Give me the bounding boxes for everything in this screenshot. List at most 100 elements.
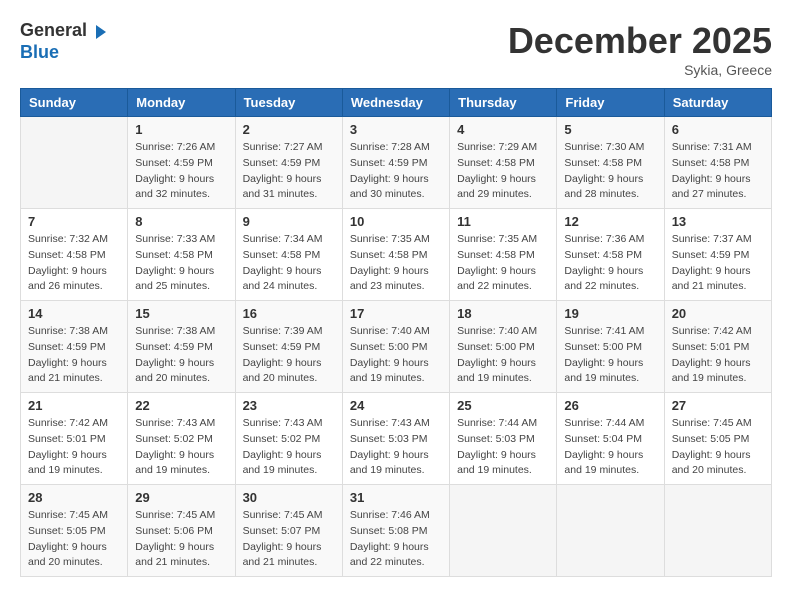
calendar-cell: 9 Sunrise: 7:34 AMSunset: 4:58 PMDaylight…	[235, 209, 342, 301]
calendar-cell: 24 Sunrise: 7:43 AMSunset: 5:03 PMDayligh…	[342, 393, 449, 485]
day-number: 18	[457, 306, 549, 321]
day-number: 2	[243, 122, 335, 137]
day-number: 6	[672, 122, 764, 137]
weekday-header-thursday: Thursday	[450, 89, 557, 117]
calendar-cell: 26Sunrise: 7:44 AMSunset: 5:04 PMDayligh…	[557, 393, 664, 485]
calendar-week-row: 14 Sunrise: 7:38 AMSunset: 4:59 PMDayligh…	[21, 301, 772, 393]
day-info: Sunrise: 7:31 AMSunset: 4:58 PMDaylight:…	[672, 140, 764, 203]
calendar-cell: 6 Sunrise: 7:31 AMSunset: 4:58 PMDaylight…	[664, 117, 771, 209]
page-header: General Blue December 2025 Sykia, Greece	[20, 20, 772, 78]
day-info: Sunrise: 7:38 AMSunset: 4:59 PMDaylight:…	[135, 324, 227, 387]
day-number: 11	[457, 214, 549, 229]
weekday-header-row: SundayMondayTuesdayWednesdayThursdayFrid…	[21, 89, 772, 117]
day-number: 22	[135, 398, 227, 413]
calendar-week-row: 7 Sunrise: 7:32 AMSunset: 4:58 PMDaylight…	[21, 209, 772, 301]
day-number: 16	[243, 306, 335, 321]
day-info: Sunrise: 7:34 AMSunset: 4:58 PMDaylight:…	[243, 232, 335, 295]
day-info: Sunrise: 7:44 AMSunset: 5:04 PMDaylight:…	[564, 416, 656, 479]
weekday-header-saturday: Saturday	[664, 89, 771, 117]
day-info: Sunrise: 7:41 AMSunset: 5:00 PMDaylight:…	[564, 324, 656, 387]
calendar-cell: 29 Sunrise: 7:45 AMSunset: 5:06 PMDayligh…	[128, 485, 235, 577]
logo: General Blue	[20, 20, 111, 63]
calendar-cell: 11 Sunrise: 7:35 AMSunset: 4:58 PMDayligh…	[450, 209, 557, 301]
month-title: December 2025	[508, 20, 772, 62]
calendar-cell: 28Sunrise: 7:45 AMSunset: 5:05 PMDayligh…	[21, 485, 128, 577]
calendar-cell: 31Sunrise: 7:46 AMSunset: 5:08 PMDayligh…	[342, 485, 449, 577]
calendar-cell: 19 Sunrise: 7:41 AMSunset: 5:00 PMDayligh…	[557, 301, 664, 393]
calendar-week-row: 1 Sunrise: 7:26 AMSunset: 4:59 PMDaylight…	[21, 117, 772, 209]
calendar-cell: 25 Sunrise: 7:44 AMSunset: 5:03 PMDayligh…	[450, 393, 557, 485]
day-number: 12	[564, 214, 656, 229]
day-number: 30	[243, 490, 335, 505]
calendar-cell: 8 Sunrise: 7:33 AMSunset: 4:58 PMDaylight…	[128, 209, 235, 301]
day-info: Sunrise: 7:42 AMSunset: 5:01 PMDaylight:…	[672, 324, 764, 387]
weekday-header-friday: Friday	[557, 89, 664, 117]
calendar-cell: 5Sunrise: 7:30 AMSunset: 4:58 PMDaylight…	[557, 117, 664, 209]
calendar-cell: 15 Sunrise: 7:38 AMSunset: 4:59 PMDayligh…	[128, 301, 235, 393]
calendar-cell: 22Sunrise: 7:43 AMSunset: 5:02 PMDayligh…	[128, 393, 235, 485]
calendar-cell: 2 Sunrise: 7:27 AMSunset: 4:59 PMDaylight…	[235, 117, 342, 209]
day-number: 7	[28, 214, 120, 229]
day-info: Sunrise: 7:45 AMSunset: 5:06 PMDaylight:…	[135, 508, 227, 571]
day-info: Sunrise: 7:35 AMSunset: 4:58 PMDaylight:…	[457, 232, 549, 295]
calendar-cell: 13 Sunrise: 7:37 AMSunset: 4:59 PMDayligh…	[664, 209, 771, 301]
logo-text: General Blue	[20, 20, 111, 63]
day-number: 9	[243, 214, 335, 229]
day-number: 3	[350, 122, 442, 137]
calendar-cell: 14Sunrise: 7:38 AMSunset: 4:59 PMDayligh…	[21, 301, 128, 393]
calendar-cell: 16Sunrise: 7:39 AMSunset: 4:59 PMDayligh…	[235, 301, 342, 393]
weekday-header-wednesday: Wednesday	[342, 89, 449, 117]
calendar-table: SundayMondayTuesdayWednesdayThursdayFrid…	[20, 88, 772, 577]
day-number: 24	[350, 398, 442, 413]
day-info: Sunrise: 7:27 AMSunset: 4:59 PMDaylight:…	[243, 140, 335, 203]
day-number: 31	[350, 490, 442, 505]
calendar-cell: 30 Sunrise: 7:45 AMSunset: 5:07 PMDayligh…	[235, 485, 342, 577]
day-number: 5	[564, 122, 656, 137]
day-info: Sunrise: 7:42 AMSunset: 5:01 PMDaylight:…	[28, 416, 120, 479]
day-info: Sunrise: 7:37 AMSunset: 4:59 PMDaylight:…	[672, 232, 764, 295]
calendar-cell	[450, 485, 557, 577]
day-number: 15	[135, 306, 227, 321]
calendar-week-row: 21 Sunrise: 7:42 AMSunset: 5:01 PMDayligh…	[21, 393, 772, 485]
calendar-cell: 10 Sunrise: 7:35 AMSunset: 4:58 PMDayligh…	[342, 209, 449, 301]
logo-icon	[88, 21, 110, 43]
day-number: 13	[672, 214, 764, 229]
day-number: 20	[672, 306, 764, 321]
calendar-cell: 20 Sunrise: 7:42 AMSunset: 5:01 PMDayligh…	[664, 301, 771, 393]
logo-general: General	[20, 20, 87, 40]
day-info: Sunrise: 7:45 AMSunset: 5:07 PMDaylight:…	[243, 508, 335, 571]
day-info: Sunrise: 7:40 AMSunset: 5:00 PMDaylight:…	[457, 324, 549, 387]
day-info: Sunrise: 7:32 AMSunset: 4:58 PMDaylight:…	[28, 232, 120, 295]
logo-blue: Blue	[20, 42, 59, 62]
day-info: Sunrise: 7:43 AMSunset: 5:03 PMDaylight:…	[350, 416, 442, 479]
weekday-header-sunday: Sunday	[21, 89, 128, 117]
weekday-header-tuesday: Tuesday	[235, 89, 342, 117]
location: Sykia, Greece	[508, 62, 772, 78]
calendar-cell: 12Sunrise: 7:36 AMSunset: 4:58 PMDayligh…	[557, 209, 664, 301]
day-info: Sunrise: 7:26 AMSunset: 4:59 PMDaylight:…	[135, 140, 227, 203]
day-info: Sunrise: 7:35 AMSunset: 4:58 PMDaylight:…	[350, 232, 442, 295]
day-info: Sunrise: 7:28 AMSunset: 4:59 PMDaylight:…	[350, 140, 442, 203]
day-number: 1	[135, 122, 227, 137]
calendar-cell: 7 Sunrise: 7:32 AMSunset: 4:58 PMDaylight…	[21, 209, 128, 301]
calendar-week-row: 28Sunrise: 7:45 AMSunset: 5:05 PMDayligh…	[21, 485, 772, 577]
day-number: 14	[28, 306, 120, 321]
day-info: Sunrise: 7:43 AMSunset: 5:02 PMDaylight:…	[243, 416, 335, 479]
calendar-cell: 4Sunrise: 7:29 AMSunset: 4:58 PMDaylight…	[450, 117, 557, 209]
weekday-header-monday: Monday	[128, 89, 235, 117]
day-number: 19	[564, 306, 656, 321]
day-number: 4	[457, 122, 549, 137]
day-number: 27	[672, 398, 764, 413]
calendar-cell: 21 Sunrise: 7:42 AMSunset: 5:01 PMDayligh…	[21, 393, 128, 485]
day-number: 17	[350, 306, 442, 321]
day-number: 28	[28, 490, 120, 505]
day-number: 29	[135, 490, 227, 505]
day-info: Sunrise: 7:44 AMSunset: 5:03 PMDaylight:…	[457, 416, 549, 479]
day-number: 8	[135, 214, 227, 229]
day-number: 21	[28, 398, 120, 413]
day-number: 10	[350, 214, 442, 229]
day-number: 25	[457, 398, 549, 413]
calendar-cell: 27Sunrise: 7:45 AMSunset: 5:05 PMDayligh…	[664, 393, 771, 485]
day-info: Sunrise: 7:33 AMSunset: 4:58 PMDaylight:…	[135, 232, 227, 295]
calendar-cell: 1 Sunrise: 7:26 AMSunset: 4:59 PMDaylight…	[128, 117, 235, 209]
